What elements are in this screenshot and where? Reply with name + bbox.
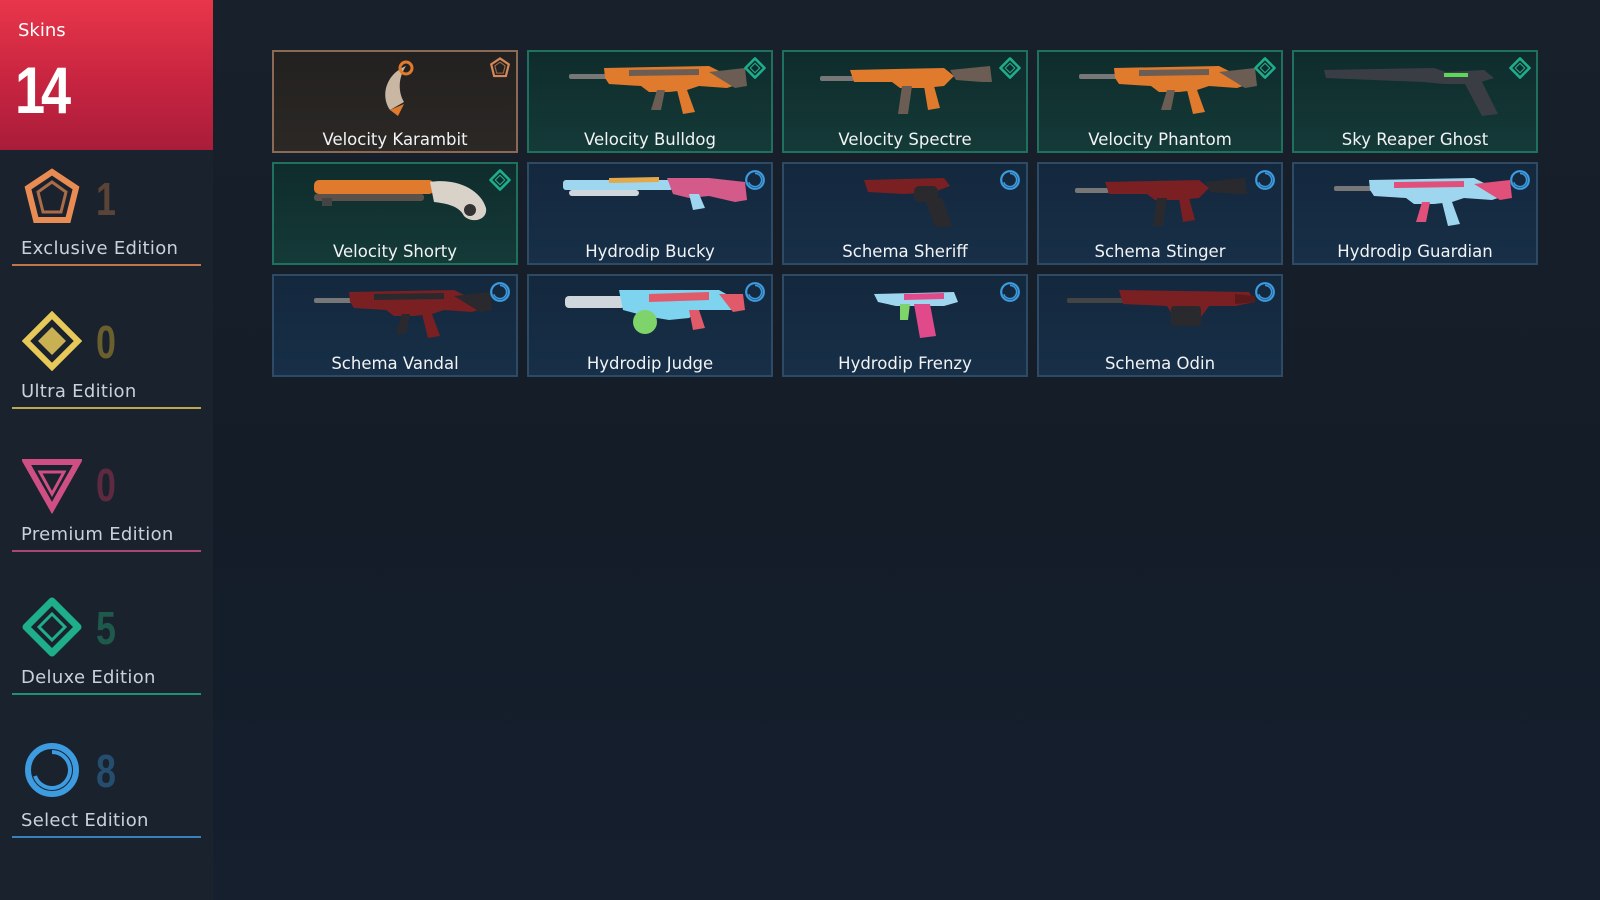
skin-card[interactable]: Sky Reaper Ghost [1292,50,1538,153]
skin-name: Velocity Spectre [838,130,972,149]
skin-card[interactable]: Hydrodip Judge [527,274,773,377]
deluxe-tier-icon [489,169,511,191]
select-circle-icon [22,740,82,800]
skin-name: Velocity Bulldog [584,130,716,149]
deluxe-tier-icon [1509,57,1531,79]
shotgun-icon [549,168,755,238]
select-tier-icon [1509,169,1531,191]
edition-exclusive[interactable]: 1 Exclusive Edition [12,168,201,278]
skins-count: 14 [15,53,71,127]
edition-underline [12,407,201,409]
rifle-icon [1059,56,1265,126]
shotgun-auto-icon [549,280,755,350]
edition-count: 1 [96,173,116,225]
edition-underline [12,264,201,266]
deluxe-diamond-icon [22,597,82,657]
skin-name: Velocity Karambit [322,130,468,149]
select-tier-icon [1254,281,1276,303]
shotgun-short-icon [294,168,500,238]
skin-name: Hydrodip Bucky [585,242,715,261]
edition-count: 5 [96,602,116,654]
edition-label: Exclusive Edition [21,238,179,259]
skin-card[interactable]: Schema Odin [1037,274,1283,377]
edition-underline [12,550,201,552]
edition-label: Premium Edition [21,524,174,545]
skin-card[interactable]: Schema Vandal [272,274,518,377]
rifle-icon [549,56,755,126]
skin-name: Velocity Phantom [1088,130,1232,149]
skin-card[interactable]: Velocity Karambit [272,50,518,153]
pistol-long-icon [1314,56,1520,126]
select-tier-icon [744,281,766,303]
edition-premium[interactable]: 0 Premium Edition [12,454,201,564]
pistol-icon [804,280,1010,350]
edition-count: 8 [96,745,116,797]
karambit-icon [294,56,500,126]
edition-ultra[interactable]: 0 Ultra Edition [12,310,201,421]
edition-count: 0 [96,316,116,368]
select-tier-icon [999,169,1021,191]
edition-underline [12,836,201,838]
edition-count: 0 [96,459,116,511]
premium-triangle-icon [20,454,84,515]
skin-grid: Velocity Karambit Velocity Bulldog Veloc… [272,50,1538,377]
edition-select[interactable]: 8 Select Edition [12,740,201,850]
skin-card[interactable]: Velocity Spectre [782,50,1028,153]
skins-label: Skins [18,20,66,41]
skin-name: Schema Vandal [331,354,459,373]
edition-label: Select Edition [21,810,149,831]
skins-summary: Skins 14 [0,0,213,150]
edition-deluxe[interactable]: 5 Deluxe Edition [12,597,201,707]
ultra-diamond-icon [21,310,83,372]
select-tier-icon [744,169,766,191]
select-tier-icon [489,281,511,303]
smg-icon [804,56,1010,126]
skin-card[interactable]: Hydrodip Bucky [527,162,773,265]
lmg-icon [1059,280,1265,350]
skin-name: Schema Stinger [1094,242,1226,261]
skin-card[interactable]: Hydrodip Guardian [1292,162,1538,265]
rifle-icon [294,280,500,350]
exclusive-pentagon-icon [22,168,82,228]
skin-name: Schema Odin [1104,354,1216,373]
edition-label: Ultra Edition [21,381,137,402]
edition-label: Deluxe Edition [21,667,156,688]
sidebar: Skins 14 1 Exclusive Edition 0 Ultra Editi… [0,0,213,900]
deluxe-tier-icon [999,57,1021,79]
smg-icon [1059,168,1265,238]
skin-card[interactable]: Hydrodip Frenzy [782,274,1028,377]
deluxe-tier-icon [744,57,766,79]
skin-card[interactable]: Schema Sheriff [782,162,1028,265]
skin-name: Velocity Shorty [332,242,458,261]
skin-card[interactable]: Velocity Bulldog [527,50,773,153]
rifle-icon [1314,168,1520,238]
skin-card[interactable]: Velocity Phantom [1037,50,1283,153]
revolver-icon [804,168,1010,238]
select-tier-icon [1254,169,1276,191]
select-tier-icon [999,281,1021,303]
skin-card[interactable]: Schema Stinger [1037,162,1283,265]
skin-name: Hydrodip Guardian [1337,242,1493,261]
skin-card[interactable]: Velocity Shorty [272,162,518,265]
skin-name: Sky Reaper Ghost [1341,130,1489,149]
skin-name: Schema Sheriff [842,242,968,261]
skin-name: Hydrodip Judge [586,354,714,373]
deluxe-tier-icon [1254,57,1276,79]
exclusive-tier-icon [489,57,511,79]
edition-underline [12,693,201,695]
skin-name: Hydrodip Frenzy [838,354,972,373]
